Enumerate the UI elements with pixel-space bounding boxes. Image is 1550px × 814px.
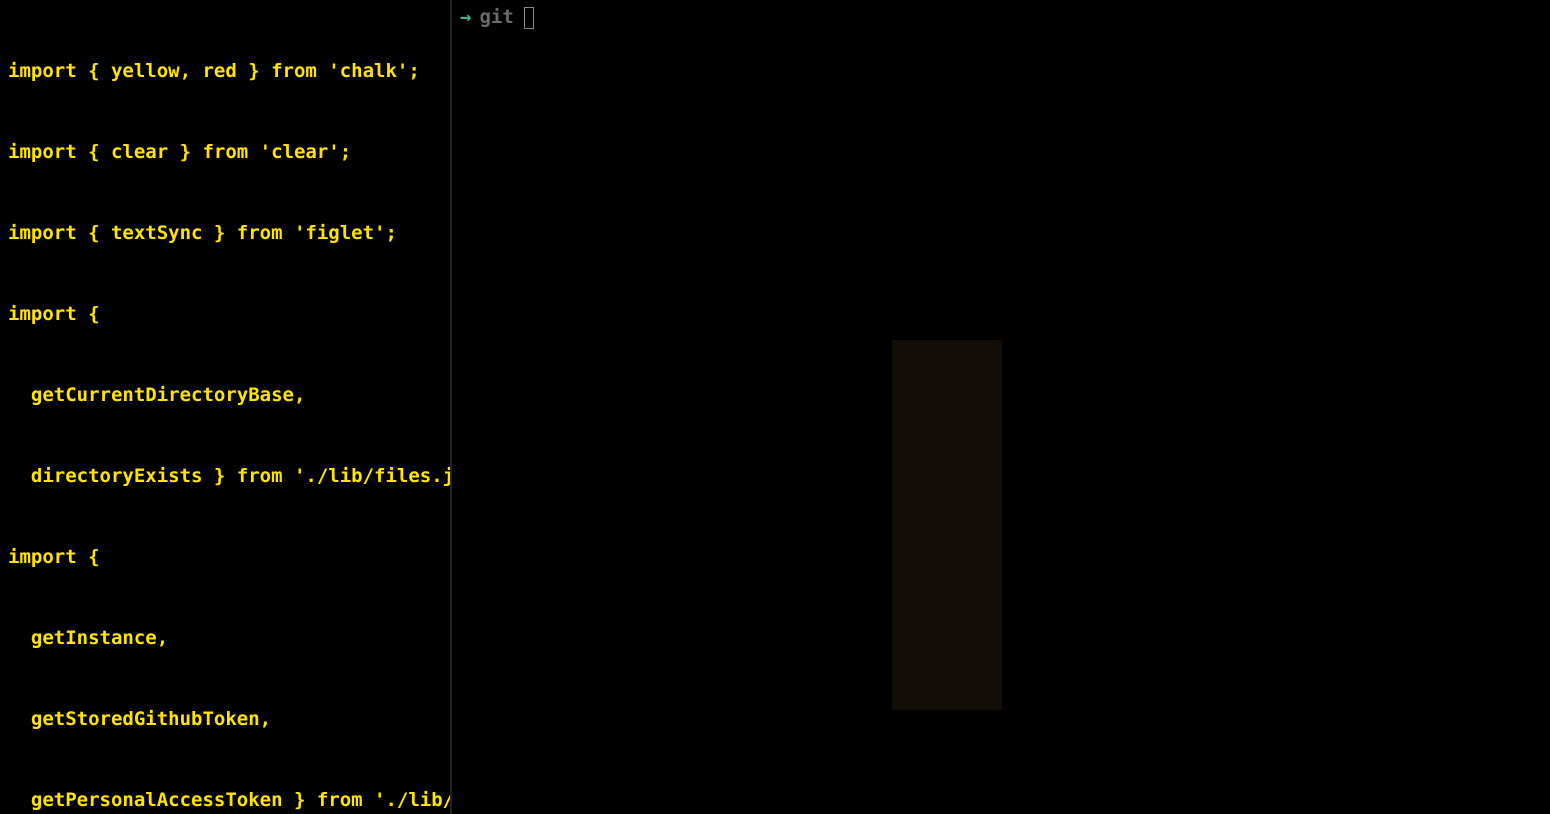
terminal-prompt-line[interactable]: → git	[460, 4, 1542, 31]
terminal-cursor	[524, 7, 534, 29]
code-line: getPersonalAccessToken } from './lib/git…	[8, 787, 442, 814]
code-line: getStoredGithubToken,	[8, 706, 442, 733]
code-editor-pane[interactable]: import { yellow, red } from 'chalk'; imp…	[0, 0, 450, 814]
terminal-pane[interactable]: → git	[452, 0, 1550, 814]
code-line: getCurrentDirectoryBase,	[8, 382, 442, 409]
code-line: import { clear } from 'clear';	[8, 139, 442, 166]
code-line: import { yellow, red } from 'chalk';	[8, 58, 442, 85]
code-line: import {	[8, 301, 442, 328]
code-line: import {	[8, 544, 442, 571]
minimap-overlay	[892, 340, 1002, 710]
terminal-command-text: git	[479, 4, 513, 31]
code-line: getInstance,	[8, 625, 442, 652]
prompt-arrow-icon: →	[460, 4, 471, 31]
code-line: import { textSync } from 'figlet';	[8, 220, 442, 247]
code-line: directoryExists } from './lib/files.js';	[8, 463, 442, 490]
